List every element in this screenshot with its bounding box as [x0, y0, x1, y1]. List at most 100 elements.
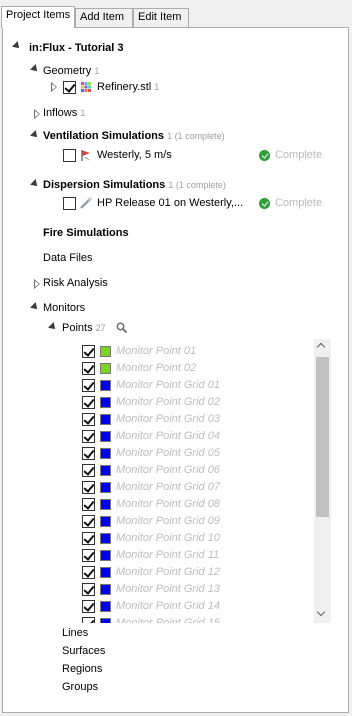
tree-item-surfaces[interactable]: Surfaces [62, 645, 105, 657]
monitor-point-checkbox[interactable] [82, 396, 95, 409]
tree-item-fire-simulations[interactable]: Fire Simulations [43, 227, 129, 239]
color-swatch[interactable] [100, 414, 111, 425]
complete-check-icon [259, 150, 270, 161]
color-swatch[interactable] [100, 533, 111, 544]
tab-project-items[interactable]: Project Items [1, 6, 75, 28]
plume-icon [80, 197, 92, 209]
list-item[interactable]: Monitor Point Grid 12 [3, 565, 314, 582]
list-item[interactable]: Monitor Point Grid 07 [3, 480, 314, 497]
list-item[interactable]: Monitor Point Grid 02 [3, 395, 314, 412]
tree-item-risk-analysis[interactable]: Risk Analysis [43, 277, 108, 289]
tree-item-data-files[interactable]: Data Files [43, 252, 93, 264]
monitor-point-checkbox[interactable] [82, 583, 95, 596]
scroll-down-arrow[interactable] [316, 607, 326, 617]
list-item[interactable]: Monitor Point Grid 06 [3, 463, 314, 480]
monitor-point-checkbox[interactable] [82, 447, 95, 460]
expand-toggle-ventilation[interactable] [30, 130, 40, 140]
color-swatch[interactable] [100, 397, 111, 408]
tab-strip: Project Items Add Item Edit Item [0, 0, 352, 28]
color-swatch[interactable] [100, 516, 111, 527]
expand-toggle-refinery[interactable] [51, 82, 57, 92]
tree-item-refinery[interactable]: Refinery.stl 1 [97, 81, 159, 93]
list-item[interactable]: Monitor Point Grid 15 [3, 616, 314, 623]
dispersion-checkbox[interactable] [63, 197, 76, 210]
expand-toggle-points[interactable] [48, 322, 58, 332]
search-icon[interactable] [116, 322, 128, 334]
scrollbar-thumb[interactable] [316, 357, 329, 517]
expand-toggle-risk[interactable] [34, 279, 40, 289]
monitor-point-checkbox[interactable] [82, 464, 95, 477]
monitor-point-checkbox[interactable] [82, 566, 95, 579]
list-item[interactable]: Monitor Point Grid 11 [3, 548, 314, 565]
list-item[interactable]: Monitor Point Grid 10 [3, 531, 314, 548]
monitor-point-checkbox[interactable] [82, 549, 95, 562]
tree-item-dispersion[interactable]: Dispersion Simulations 1 (1 complete) [43, 179, 226, 191]
list-item[interactable]: Monitor Point Grid 04 [3, 429, 314, 446]
tree-item-monitors[interactable]: Monitors [43, 302, 85, 314]
monitor-point-checkbox[interactable] [82, 515, 95, 528]
monitor-point-checkbox[interactable] [82, 362, 95, 375]
ventilation-item-label[interactable]: Westerly, 5 m/s [97, 149, 172, 161]
dispersion-item-label[interactable]: HP Release 01 on Westerly,... [97, 197, 243, 209]
color-swatch[interactable] [100, 482, 111, 493]
color-swatch[interactable] [100, 380, 111, 391]
monitor-point-label: Monitor Point Grid 13 [116, 583, 220, 595]
color-swatch[interactable] [100, 601, 111, 612]
monitor-point-checkbox[interactable] [82, 532, 95, 545]
refinery-checkbox[interactable] [63, 81, 76, 94]
list-item[interactable]: Monitor Point Grid 01 [3, 378, 314, 395]
points-label: Points [62, 322, 93, 334]
tab-add-item[interactable]: Add Item [75, 8, 133, 27]
project-title[interactable]: in:Flux - Tutorial 3 [29, 42, 124, 54]
monitor-point-checkbox[interactable] [82, 430, 95, 443]
list-item[interactable]: Monitor Point Grid 14 [3, 599, 314, 616]
monitor-point-checkbox[interactable] [82, 413, 95, 426]
tree-item-regions[interactable]: Regions [62, 663, 102, 675]
list-item[interactable]: Monitor Point 02 [3, 361, 314, 378]
color-swatch[interactable] [100, 618, 111, 623]
list-item[interactable]: Monitor Point Grid 09 [3, 514, 314, 531]
tree-item-ventilation[interactable]: Ventilation Simulations 1 (1 complete) [43, 130, 225, 142]
list-item[interactable]: Monitor Point Grid 03 [3, 412, 314, 429]
tab-edit-item[interactable]: Edit Item [133, 8, 189, 27]
list-item[interactable]: Monitor Point Grid 08 [3, 497, 314, 514]
color-swatch[interactable] [100, 584, 111, 595]
color-swatch[interactable] [100, 567, 111, 578]
wind-flag-icon [80, 149, 92, 161]
monitor-point-checkbox[interactable] [82, 600, 95, 613]
tree-item-groups[interactable]: Groups [62, 681, 98, 693]
monitor-point-checkbox[interactable] [82, 345, 95, 358]
vertical-scrollbar[interactable] [314, 339, 331, 623]
monitor-point-label: Monitor Point Grid 07 [116, 481, 220, 493]
points-count: 27 [95, 323, 106, 333]
monitor-point-label: Monitor Point Grid 05 [116, 447, 220, 459]
monitor-point-checkbox[interactable] [82, 617, 95, 623]
ventilation-checkbox[interactable] [63, 149, 76, 162]
tree-item-lines[interactable]: Lines [62, 627, 88, 639]
monitor-point-checkbox[interactable] [82, 498, 95, 511]
color-swatch[interactable] [100, 363, 111, 374]
tree-item-geometry[interactable]: Geometry 1 [43, 65, 99, 77]
expand-toggle-root[interactable] [12, 41, 22, 51]
scroll-up-arrow[interactable] [316, 342, 326, 352]
expand-toggle-dispersion[interactable] [30, 179, 40, 189]
list-item[interactable]: Monitor Point Grid 05 [3, 446, 314, 463]
monitor-point-label: Monitor Point Grid 14 [116, 600, 220, 612]
tree-item-inflows[interactable]: Inflows 1 [43, 107, 85, 119]
list-item[interactable]: Monitor Point Grid 13 [3, 582, 314, 599]
dispersion-label: Dispersion Simulations [43, 179, 166, 191]
list-item[interactable]: Monitor Point 01 [3, 344, 314, 361]
expand-toggle-geometry[interactable] [30, 64, 40, 74]
monitor-point-checkbox[interactable] [82, 481, 95, 494]
color-swatch[interactable] [100, 431, 111, 442]
color-swatch[interactable] [100, 550, 111, 561]
color-swatch[interactable] [100, 448, 111, 459]
color-swatch[interactable] [100, 465, 111, 476]
expand-toggle-monitors[interactable] [30, 302, 40, 312]
monitor-point-checkbox[interactable] [82, 379, 95, 392]
color-swatch[interactable] [100, 499, 111, 510]
expand-toggle-inflows[interactable] [34, 109, 40, 119]
tree-item-points[interactable]: Points 27 [62, 322, 106, 334]
inflows-label: Inflows [43, 107, 78, 119]
color-swatch[interactable] [100, 346, 111, 357]
